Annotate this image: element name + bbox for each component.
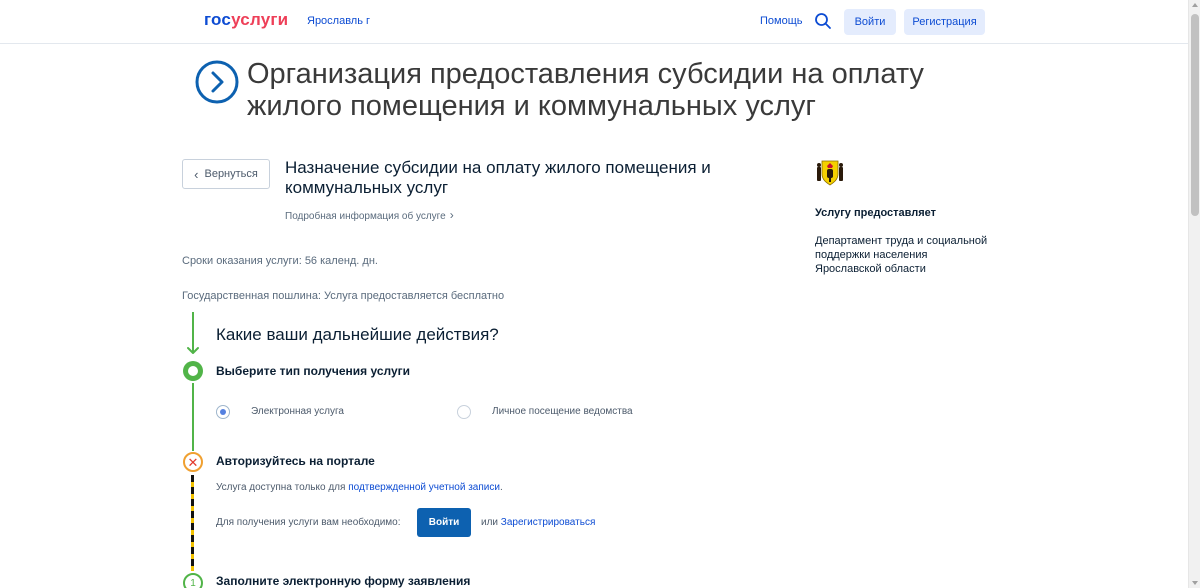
header-register-button[interactable]: Регистрация [904,9,985,35]
radio-personal-visit-label[interactable]: Личное посещение ведомства [492,406,633,417]
search-icon[interactable] [814,12,832,30]
service-title: Назначение субсидии на оплату жилого пом… [285,158,711,197]
auth-note: Услуга доступна только для подтвержденно… [216,482,503,493]
step-number-icon: 1 [183,573,203,588]
back-button[interactable]: ‹ Вернуться [182,159,270,189]
next-actions-heading: Какие ваши дальнейшие действия? [216,325,499,344]
radio-electronic-service[interactable] [216,405,230,419]
logo-text-part1: гос [204,10,232,29]
provider-label: Услугу предоставляет [815,207,937,219]
login-button[interactable]: Войти [417,508,471,537]
scroll-down-arrow-icon[interactable] [1192,581,1198,585]
page-scrollbar[interactable] [1188,0,1200,588]
header-login-button[interactable]: Войти [844,9,896,35]
gosuslugi-logo[interactable]: госуслуги [204,10,288,30]
service-term: Сроки оказания услуги: 56 календ. дн. [182,255,378,267]
service-details-label: Подробная информация об услуге [285,211,446,222]
register-link[interactable]: Зарегистрироваться [501,517,596,528]
auth-note-suffix: . [499,482,503,493]
region-selector[interactable]: Ярославль г [307,15,370,27]
arrow-down-icon [187,347,199,354]
scroll-thumb[interactable] [1191,14,1199,216]
chevron-left-icon: ‹ [194,166,199,182]
step1-title: Выберите тип получения услуги [216,364,411,378]
scroll-up-arrow-icon[interactable] [1192,3,1198,7]
auth-note-prefix: Услуга доступна только для [216,482,349,493]
radio-personal-visit[interactable] [457,405,471,419]
page-title: Организация предоставления субсидии на о… [247,58,924,122]
or-register: или Зарегистрироваться [481,517,595,528]
step2-title: Авторизуйтесь на портале [216,454,375,468]
help-link[interactable]: Помощь [760,15,803,27]
verified-account-link[interactable]: подтвержденной учетной записи [348,482,500,493]
or-text: или [481,517,501,528]
need-label: Для получения услуги вам необходимо: [216,517,401,528]
radio-electronic-service-label[interactable]: Электронная услуга [251,406,344,417]
provider-name: Департамент труда и социальной поддержки… [815,235,988,275]
step3-title: Заполните электронную форму заявления [216,574,471,588]
cross-icon: ✕ [183,452,203,472]
step-line-dashed [191,475,194,571]
chevron-right-icon: › [449,208,454,222]
top-header: госуслуги Ярославль г Помощь Войти Регис… [0,0,1188,44]
service-fee: Государственная пошлина: Услуга предоста… [182,290,505,302]
coat-of-arms-icon [817,160,843,186]
back-button-label: Вернуться [204,168,258,180]
step-current-icon [183,361,203,381]
chevron-circle-icon [195,60,239,104]
step-line [192,383,194,451]
service-details-link[interactable]: Подробная информация об услуге › [285,208,454,222]
logo-text-part2: услуги [231,10,289,29]
